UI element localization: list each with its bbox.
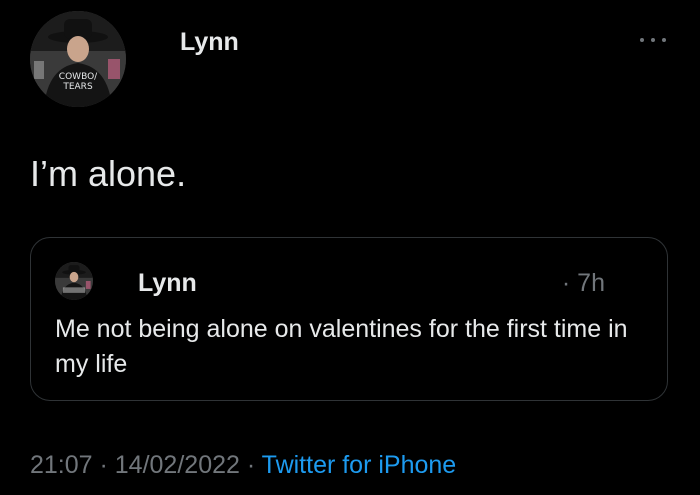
more-dot	[640, 38, 644, 42]
author-name[interactable]: Lynn	[180, 27, 239, 57]
quote-text: Me not being alone on valentines for the…	[55, 315, 628, 378]
source-link[interactable]: Twitter for iPhone	[262, 451, 457, 479]
quote-card[interactable]: Lynn · 7h Me not being alone on valentin…	[30, 237, 668, 401]
more-horizontal-icon[interactable]	[640, 35, 666, 45]
avatar-shirt-text-1: COWBO/	[59, 72, 98, 82]
quote-avatar[interactable]	[55, 262, 93, 300]
avatar[interactable]: COWBO/ TEARS	[30, 11, 126, 107]
timestamp[interactable]: 21:07 · 14/02/2022 ·	[30, 451, 255, 479]
more-dot	[651, 38, 655, 42]
avatar-shirt-text-2: TEARS	[62, 82, 93, 92]
tweet-meta: 21:07 · 14/02/2022 · Twitter for iPhone	[30, 450, 456, 480]
more-dot	[662, 38, 666, 42]
quote-time[interactable]: · 7h	[562, 268, 605, 298]
quote-author-name[interactable]: Lynn	[138, 268, 197, 298]
tweet-text: I’m alone.	[30, 153, 187, 194]
